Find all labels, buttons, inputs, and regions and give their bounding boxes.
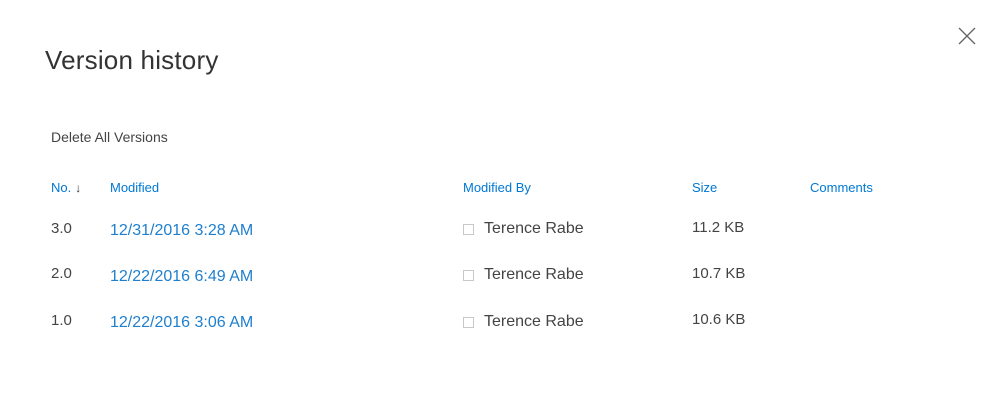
close-icon	[958, 27, 976, 45]
version-modified-link[interactable]: 12/22/2016 3:06 AM	[110, 313, 253, 333]
modified-by-user: Terence Rabe	[463, 312, 584, 332]
column-header-comments[interactable]: Comments	[810, 178, 873, 198]
arrow-down-icon: ↓	[75, 181, 82, 195]
user-presence-checkbox[interactable]	[463, 316, 474, 328]
delete-all-versions-button[interactable]: Delete All Versions	[51, 127, 168, 147]
version-modified-link[interactable]: 12/22/2016 6:49 AM	[110, 267, 253, 287]
version-history-dialog: Version history Delete All Versions No. ↓…	[0, 0, 995, 412]
version-number: 2.0	[51, 265, 72, 282]
column-header-modified[interactable]: Modified	[110, 178, 159, 198]
user-name: Terence Rabe	[484, 220, 584, 237]
dialog-title: Version history	[45, 45, 219, 75]
version-number: 1.0	[51, 312, 72, 329]
column-header-size[interactable]: Size	[692, 178, 717, 198]
column-header-no[interactable]: No. ↓	[51, 178, 81, 198]
close-button[interactable]	[955, 24, 979, 48]
user-presence-checkbox[interactable]	[463, 269, 474, 281]
column-header-no-label: No.	[51, 180, 72, 195]
modified-by-user: Terence Rabe	[463, 265, 584, 285]
version-modified-link[interactable]: 12/31/2016 3:28 AM	[110, 221, 253, 241]
column-header-modified-by[interactable]: Modified By	[463, 178, 531, 198]
version-number: 3.0	[51, 220, 72, 237]
user-name: Terence Rabe	[484, 313, 584, 330]
version-size: 10.6 KB	[692, 311, 746, 328]
version-size: 10.7 KB	[692, 265, 746, 282]
user-name: Terence Rabe	[484, 266, 584, 283]
version-size: 11.2 KB	[692, 219, 745, 236]
user-presence-checkbox[interactable]	[463, 223, 474, 235]
modified-by-user: Terence Rabe	[463, 219, 584, 239]
